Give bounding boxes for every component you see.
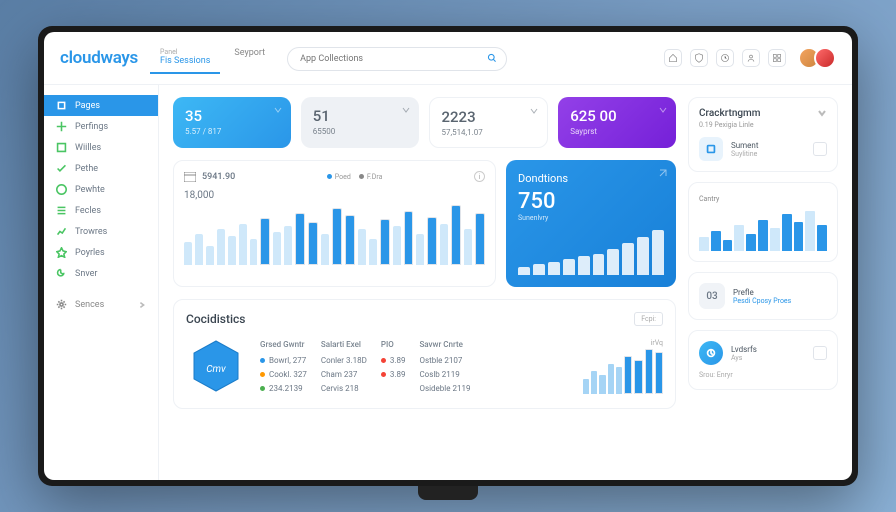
sidebar-icon [56,163,67,174]
hex-graphic: Cmv [186,336,246,396]
search-container [287,46,507,71]
sidebar-icon [56,226,67,237]
stats-column: Grsed GwntrBowrl, 277Cookl. 327234.2139 [260,340,307,393]
stats-column: Savwr CnrteOstble 2107Coslb 2119Osideble… [419,340,470,393]
sidebar-icon [56,100,67,111]
expand-icon[interactable] [658,168,668,178]
right-card-profile[interactable]: 03 Prefle Pesdi Cposy Proes [688,272,838,320]
gear-icon [56,299,67,310]
right-card-chart: Cantry [688,182,838,262]
sidebar-icon [56,247,67,258]
stats-badge[interactable]: Fcpi: [634,312,663,326]
chevron-down-icon[interactable] [817,108,827,118]
sidebar-item-snver[interactable]: Snver [44,263,158,284]
sidebar-item-fecles[interactable]: Fecles [44,200,158,221]
activity-icon [699,137,723,161]
right-card-tracking: Crackrtngmm 0.19 Pexigia Linle Sument Su… [688,97,838,172]
tab-seyport[interactable]: Seyport [224,42,275,74]
sidebar-icon [56,142,67,153]
sidebar: PagesPerfingsWiillesPethePewhteFeclesTro… [44,85,159,480]
avatar-user-2[interactable] [814,47,836,69]
chevron-down-icon[interactable] [273,105,283,115]
stat-card[interactable]: 625 00Sayprst [558,97,676,148]
system-icon [699,341,723,365]
info-icon[interactable]: i [474,171,485,182]
chevron-right-icon [138,301,146,309]
svg-text:Cmv: Cmv [206,364,226,375]
chevron-down-icon[interactable] [658,105,668,115]
sidebar-icon [56,268,67,279]
stats-column: PIO3.893.89 [381,340,406,393]
stats-column: Salarti ExelConler 3.18DCham 237Cervis 2… [321,340,367,393]
sidebar-item-pewhte[interactable]: Pewhte [44,179,158,200]
search-input[interactable] [287,47,507,71]
sidebar-item-settings[interactable]: Sences [44,294,158,315]
system-action[interactable] [813,346,827,360]
header-icon-user[interactable] [742,49,760,67]
donations-card: Dondtions 750 Sunenlvry [506,160,676,287]
tab-sessions[interactable]: Panel Fis Sessions [150,42,220,74]
sidebar-item-poyrles[interactable]: Poyrles [44,242,158,263]
main-chart-card: 5941.90 Poed F.Dra i 18,000 [173,160,496,287]
right-card-system[interactable]: Lvdsrfs Ays Srou: Enryr [688,330,838,390]
profile-number-icon: 03 [699,283,725,309]
header-icon-clock[interactable] [716,49,734,67]
sidebar-icon [56,205,67,216]
stat-card[interactable]: 355.57 / 817 [173,97,291,148]
header-icon-shield[interactable] [690,49,708,67]
search-icon[interactable] [487,53,497,63]
header-icon-home[interactable] [664,49,682,67]
sidebar-item-perfings[interactable]: Perfings [44,116,158,137]
stat-card[interactable]: 5165500 [301,97,419,148]
statistics-card: Cocidistics Fcpi: Cmv Grsed GwntrBowrl, … [173,299,676,409]
header-icon-grid[interactable] [768,49,786,67]
sidebar-item-pethe[interactable]: Pethe [44,158,158,179]
card-icon [184,172,196,182]
sidebar-item-pages[interactable]: Pages [44,95,158,116]
stat-card[interactable]: 222357,514,1.07 [429,97,549,148]
sidebar-icon [56,184,67,195]
sidebar-item-trowres[interactable]: Trowres [44,221,158,242]
sidebar-item-wiilles[interactable]: Wiilles [44,137,158,158]
chevron-down-icon[interactable] [529,106,539,116]
chevron-down-icon[interactable] [401,105,411,115]
sidebar-icon [56,121,67,132]
activity-action[interactable] [813,142,827,156]
brand-logo: cloudways [60,48,138,68]
